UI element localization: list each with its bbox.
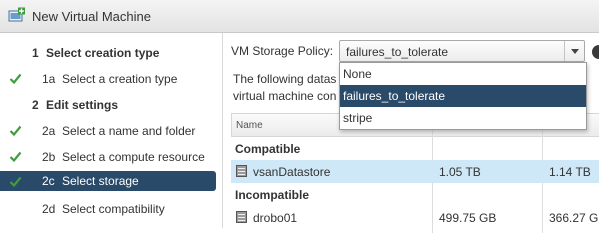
datastore-icon xyxy=(236,165,247,177)
cell-capacity: 499.75 GB xyxy=(439,211,497,225)
nav-step-2b[interactable]: 2b Select a compute resource xyxy=(0,146,222,169)
checkmark-icon xyxy=(9,125,22,137)
nav-step-1: 1 Select creation type xyxy=(0,42,222,65)
cell-provisioned: 366.27 G xyxy=(549,211,599,225)
nav-step-number: 2c xyxy=(42,174,55,188)
window-title: New Virtual Machine xyxy=(32,9,151,24)
group-header-incompatible: Incompatible xyxy=(231,184,599,206)
nav-step-number: 2b xyxy=(42,150,56,164)
nav-step-label: Select a creation type xyxy=(62,72,178,86)
option-label: failures_to_tolerate xyxy=(343,89,446,103)
option-label: stripe xyxy=(343,111,373,125)
nav-step-2d[interactable]: 2d Select compatibility xyxy=(0,198,222,221)
wizard-nav: 1 Select creation type 1a Select a creat… xyxy=(0,33,222,228)
nav-step-number: 2a xyxy=(42,124,56,138)
option-label: None xyxy=(343,67,372,81)
checkmark-icon xyxy=(9,176,22,188)
cell-name: vsanDatastore xyxy=(253,165,331,179)
nav-step-number: 2d xyxy=(42,202,56,216)
nav-step-label: Select storage xyxy=(62,174,139,188)
table-row[interactable]: drobo01 499.75 GB 366.27 G xyxy=(231,206,599,229)
nav-step-label: Select compatibility xyxy=(62,202,165,216)
checkmark-icon xyxy=(9,151,22,163)
nav-step-2a[interactable]: 2a Select a name and folder xyxy=(0,120,222,143)
nav-step-label: Select creation type xyxy=(46,46,160,60)
nav-step-label: Edit settings xyxy=(46,98,119,112)
group-header-compatible: Compatible xyxy=(231,138,599,160)
title-bar: New Virtual Machine xyxy=(0,0,599,33)
datastore-table: Name Compatible vsanDatastore 1.05 TB 1.… xyxy=(231,113,599,233)
nav-step-2: 2 Edit settings xyxy=(0,94,222,117)
dropdown-option-stripe[interactable]: stripe xyxy=(340,107,586,129)
policy-dropdown-list: None failures_to_tolerate stripe xyxy=(339,62,587,130)
nav-step-number: 2 xyxy=(32,98,39,112)
nav-step-number: 1 xyxy=(32,46,39,60)
column-header-name[interactable]: Name xyxy=(236,120,263,131)
nav-step-1a[interactable]: 1a Select a creation type xyxy=(0,68,222,91)
datastore-icon xyxy=(236,211,247,223)
table-row[interactable]: vsanDatastore 1.05 TB 1.14 TB xyxy=(231,160,599,183)
cell-provisioned: 1.14 TB xyxy=(549,165,591,179)
group-label: Incompatible xyxy=(235,188,310,202)
nav-step-number: 1a xyxy=(42,72,56,86)
nav-step-2c[interactable]: 2c Select storage xyxy=(0,171,222,194)
dropdown-option-none[interactable]: None xyxy=(340,63,586,85)
dropdown-option-failures-to-tolerate[interactable]: failures_to_tolerate xyxy=(340,85,586,107)
cell-capacity: 1.05 TB xyxy=(439,165,481,179)
policy-label: VM Storage Policy: xyxy=(231,44,334,58)
new-vm-icon xyxy=(8,7,25,22)
cell-name: drobo01 xyxy=(253,211,298,225)
nav-step-label: Select a name and folder xyxy=(62,124,196,138)
info-icon[interactable] xyxy=(592,45,599,59)
chevron-down-icon[interactable] xyxy=(564,41,584,61)
policy-select[interactable]: failures_to_tolerate xyxy=(339,40,585,62)
policy-select-value: failures_to_tolerate xyxy=(346,45,449,59)
checkmark-icon xyxy=(9,73,22,85)
nav-step-label: Select a compute resource xyxy=(62,150,205,164)
group-label: Compatible xyxy=(235,142,301,156)
